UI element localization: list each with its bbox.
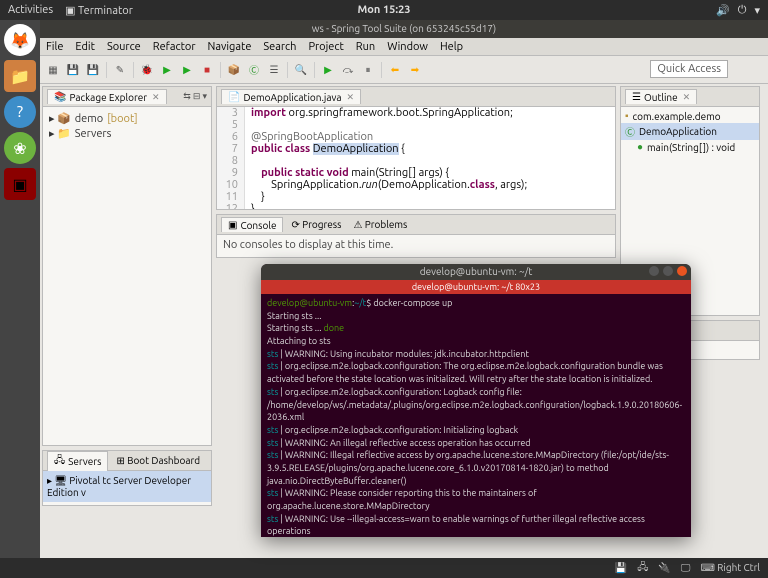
terminal-body[interactable]: develop@ubuntu-vm:~/t$ docker-compose up… [261,294,691,537]
stop-icon[interactable]: ■ [198,61,216,79]
open-type-icon[interactable]: ☰ [265,61,283,79]
terminator-icon[interactable]: ▣ [4,168,36,200]
nav-fwd-icon[interactable]: ➡ [406,61,424,79]
vm-usb-icon: 🔌 [658,562,670,574]
power-icon[interactable]: ⏻ [738,4,747,17]
dock: 🦊 📁 ? ❀ ▣ [0,20,40,558]
menu-caret-icon[interactable]: ▾ [754,4,760,17]
window-titlebar: ws - Spring Tool Suite (on 653245c55d17) [40,20,768,38]
editor-view: 📄 DemoApplication.java ✕ 3import org.spr… [216,86,616,210]
help-icon[interactable]: ? [4,96,36,128]
spring-icon[interactable]: ❀ [4,132,36,164]
vm-statusbar: 💾 🖧 🔌 🖵 ⌨ Right Ctrl [0,558,768,578]
gnome-topbar: Activities ▣ Terminator Mon 15:23 🔊 ⏻ ▾ [0,0,768,20]
package-explorer-view: 📚 Package Explorer ✕ ⇆ ⊟ ▾ ▸ 📦 demo [boo… [42,86,212,446]
maximize-icon[interactable] [663,266,673,276]
outline-item[interactable]: ⒸDemoApplication [621,123,759,140]
close-icon[interactable]: ✕ [683,92,691,103]
console-tab[interactable]: ▣ Console [221,217,283,232]
menu-project[interactable]: Project [308,41,343,53]
menu-navigate[interactable]: Navigate [208,41,252,53]
progress-tab[interactable]: ⟳ Progress [287,219,345,231]
activities-button[interactable]: Activities [8,4,53,17]
save-icon[interactable]: 💾 [64,61,82,79]
menu-search[interactable]: Search [263,41,296,53]
tree-item-servers[interactable]: ▸ 📁 Servers [49,126,205,141]
menubar: File Edit Source Refactor Navigate Search Proj… [40,38,768,56]
close-icon[interactable] [677,266,687,276]
nav-back-icon[interactable]: ⬅ [386,61,404,79]
vm-disk-icon: 💾 [615,562,627,574]
wand-icon[interactable]: ✎ [111,61,129,79]
outline-item[interactable]: ●main(String[]) : void [621,140,759,154]
skip-icon[interactable]: ⤼ [339,61,357,79]
menu-window[interactable]: Window [387,41,428,53]
outline-tab[interactable]: ☰ Outline ✕ [625,89,697,104]
terminal-tab[interactable]: develop@ubuntu-vm: ~/t 80x23 [261,280,691,294]
run-icon[interactable]: ▶ [158,61,176,79]
close-icon[interactable]: ✕ [346,92,354,103]
terminal-window: develop@ubuntu-vm: ~/t develop@ubuntu-vm… [261,264,691,537]
problems-tab[interactable]: ⚠ Problems [349,219,411,231]
close-icon[interactable]: ✕ [152,92,160,103]
new-pkg-icon[interactable]: 📦 [225,61,243,79]
quick-access-input[interactable]: Quick Access [650,60,728,78]
servers-view: 🖧 Servers ⊞ Boot Dashboard ▸ 🖥 Pivotal t… [42,450,212,506]
console-view: ▣ Console ⟳ Progress ⚠ Problems No conso… [216,214,616,258]
menu-source[interactable]: Source [107,41,141,53]
app-indicator[interactable]: ▣ Terminator [65,4,133,17]
pause-icon[interactable]: ⏸ [359,61,377,79]
menu-refactor[interactable]: Refactor [153,41,196,53]
terminal-titlebar[interactable]: develop@ubuntu-vm: ~/t [261,264,691,280]
tree-item-demo[interactable]: ▸ 📦 demo [boot] [49,111,205,126]
outline-item[interactable]: ▪com.example.demo [621,109,759,123]
vm-hostkey: ⌨ Right Ctrl [700,562,760,574]
files-icon[interactable]: 📁 [4,60,36,92]
volume-icon[interactable]: 🔊 [716,4,730,17]
clock[interactable]: Mon 15:23 [358,4,411,16]
menu-run[interactable]: Run [356,41,375,53]
menu-file[interactable]: File [46,41,63,53]
minimize-icon[interactable] [649,266,659,276]
relaunch-icon[interactable]: ▶ [319,61,337,79]
editor-tab[interactable]: 📄 DemoApplication.java ✕ [221,89,361,104]
search-icon[interactable]: 🔍 [292,61,310,79]
console-message: No consoles to display at this time. [217,235,615,255]
vm-display-icon: 🖵 [681,562,691,574]
boot-dashboard-tab[interactable]: ⊞ Boot Dashboard [112,455,204,467]
debug-icon[interactable]: 🐞 [138,61,156,79]
new-icon[interactable]: ▦ [44,61,62,79]
new-class-icon[interactable]: Ⓒ [245,61,263,79]
package-explorer-tab[interactable]: 📚 Package Explorer ✕ [47,89,167,104]
editor-content[interactable]: 3import org.springframework.boot.SpringA… [217,107,615,209]
run-last-icon[interactable]: ▶ [178,61,196,79]
menu-help[interactable]: Help [440,41,463,53]
server-item[interactable]: ▸ 🖥 Pivotal tc Server Developer Edition … [43,471,211,502]
firefox-icon[interactable]: 🦊 [4,24,36,56]
saveall-icon[interactable]: 💾 [84,61,102,79]
menu-edit[interactable]: Edit [75,41,95,53]
vm-net-icon: 🖧 [637,560,648,577]
servers-tab[interactable]: 🖧 Servers [47,451,108,471]
